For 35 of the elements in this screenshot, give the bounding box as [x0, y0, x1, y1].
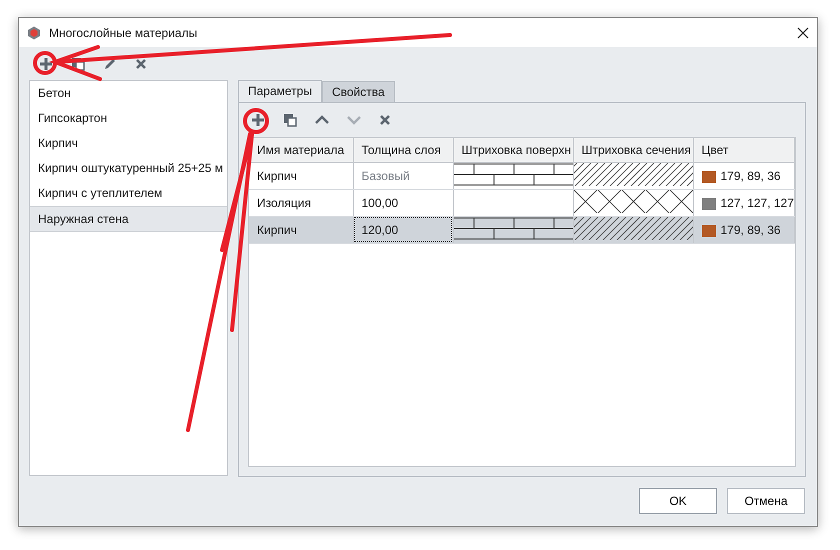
- move-up-icon[interactable]: [315, 114, 329, 125]
- list-item[interactable]: Кирпич оштукатуренный 25+25 м: [30, 156, 227, 181]
- close-icon[interactable]: [797, 26, 809, 39]
- dialog-button[interactable]: Отмена: [727, 488, 805, 514]
- copy-icon[interactable]: [71, 56, 85, 71]
- table-cell: Изоляция: [257, 196, 311, 210]
- app-logo-icon: [27, 26, 41, 40]
- dialog-button[interactable]: OK: [639, 488, 717, 514]
- tab[interactable]: Свойства: [322, 80, 395, 102]
- tab[interactable]: Параметры: [238, 80, 322, 102]
- table-cell: 127, 127, 127: [720, 196, 794, 210]
- delete-icon[interactable]: [379, 114, 391, 126]
- annotation-circle: [33, 51, 57, 75]
- table-cell: Базовый: [362, 168, 410, 183]
- table-cell: 120,00: [362, 222, 398, 237]
- list-item[interactable]: Кирпич: [30, 130, 227, 156]
- list-item[interactable]: Гипсокартон: [30, 106, 227, 131]
- column-header[interactable]: Толщина слоя: [353, 138, 453, 162]
- add-icon[interactable]: [39, 56, 53, 71]
- column-header[interactable]: Штриховка поверхн: [453, 138, 573, 162]
- table-cell: 100,00: [362, 196, 398, 210]
- annotation-circle: [243, 108, 269, 134]
- table-cell: 179, 89, 36: [720, 168, 781, 183]
- delete-icon[interactable]: [135, 58, 147, 70]
- copy-icon[interactable]: [283, 112, 297, 127]
- column-header[interactable]: Имя материала: [249, 138, 353, 162]
- list-item[interactable]: Наружная стена: [30, 206, 227, 232]
- table-cell: Кирпич: [257, 222, 297, 237]
- table-cell: Кирпич: [257, 168, 297, 183]
- list-item[interactable]: Бетон: [30, 80, 227, 106]
- column-header[interactable]: Штриховка сечения: [573, 138, 693, 162]
- table-cell: 179, 89, 36: [720, 222, 781, 237]
- add-layer-icon[interactable]: [251, 112, 265, 127]
- column-header[interactable]: Цвет: [693, 138, 794, 162]
- window-title: Многослойные материалы: [49, 26, 198, 40]
